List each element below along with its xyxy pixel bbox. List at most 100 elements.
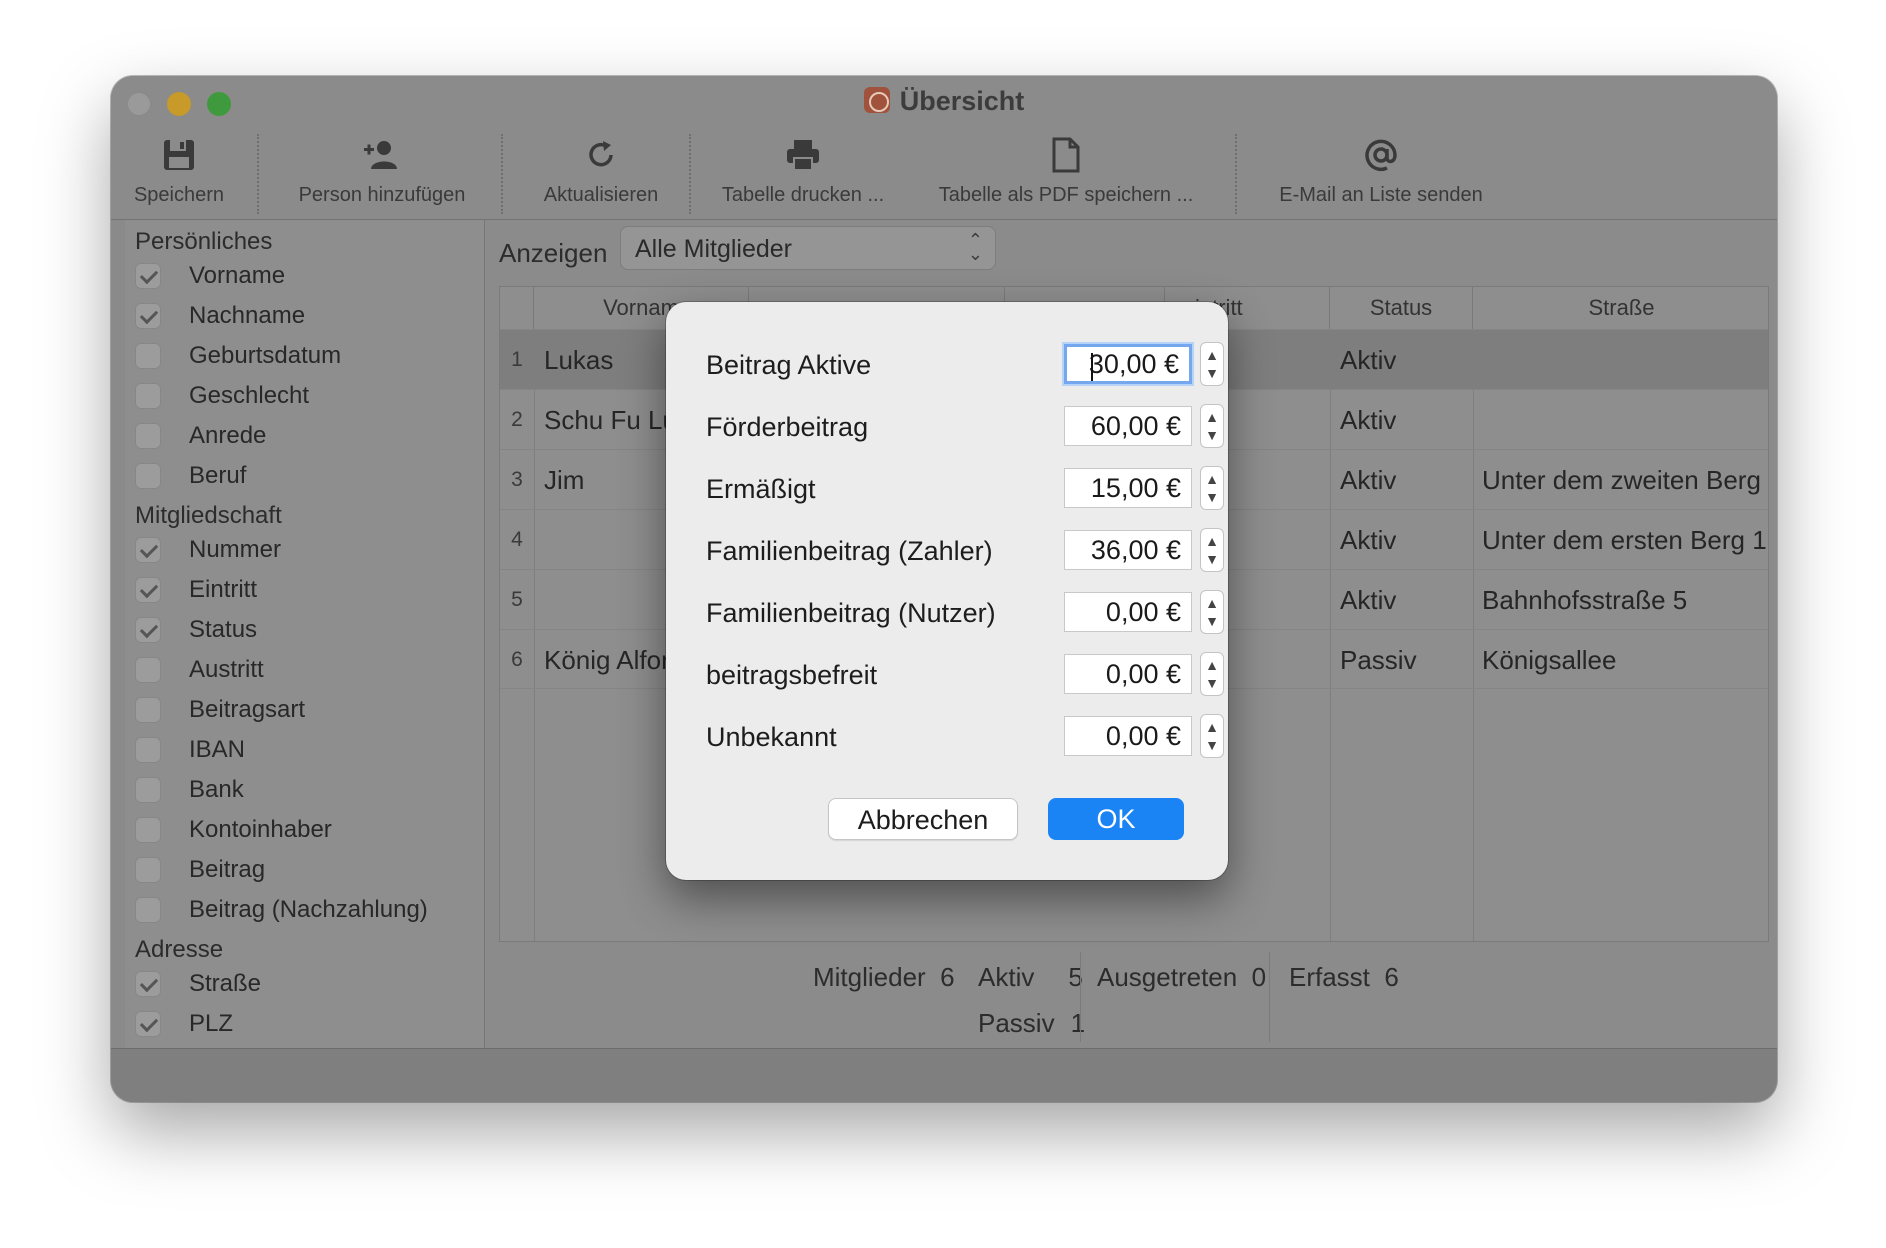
stat-value: 0 — [1251, 962, 1267, 992]
checkbox-beitrag-nachzahlung[interactable]: Beitrag (Nachzahlung) — [135, 892, 428, 928]
checkbox-status[interactable]: Status — [135, 612, 257, 648]
ermaessigt-stepper[interactable]: ▲ ▼ — [1200, 466, 1224, 510]
checkbox-icon[interactable] — [135, 697, 161, 723]
checkbox-vorname[interactable]: Vorname — [135, 258, 285, 294]
familienbeitrag-zahler-stepper[interactable]: ▲ ▼ — [1200, 528, 1224, 572]
refresh-icon — [531, 132, 671, 178]
row-number: 3 — [511, 468, 523, 491]
chevron-down-icon[interactable]: ▼ — [1205, 426, 1219, 444]
checkbox-icon[interactable] — [135, 263, 161, 289]
checkbox-icon[interactable] — [135, 537, 161, 563]
header-status[interactable]: Status — [1330, 287, 1473, 329]
row-number: 4 — [511, 528, 523, 551]
checkbox-icon[interactable] — [135, 1011, 161, 1037]
unbekannt-input[interactable]: 0,00 € — [1064, 716, 1192, 756]
checkbox-icon[interactable] — [135, 577, 161, 603]
beitrag-aktive-input[interactable]: 30,00 € — [1064, 344, 1192, 384]
filter-select[interactable]: Alle Mitglieder ⌃ ⌄ — [620, 226, 996, 270]
checkbox-icon[interactable] — [135, 657, 161, 683]
refresh-label: Aktualisieren — [543, 184, 659, 206]
checkbox-label: Straße — [189, 970, 262, 997]
checkbox-label: Status — [189, 616, 258, 643]
chevron-down-icon[interactable]: ▼ — [1205, 488, 1219, 506]
refresh-button[interactable]: Aktualisieren — [531, 132, 671, 207]
checkbox-eintritt[interactable]: Eintritt — [135, 572, 257, 608]
row-number: 2 — [511, 408, 523, 431]
checkbox-icon[interactable] — [135, 617, 161, 643]
show-label: Anzeigen — [499, 238, 608, 268]
checkbox-austritt[interactable]: Austritt — [135, 652, 264, 688]
chevron-up-icon[interactable]: ▲ — [1205, 346, 1219, 364]
checkbox-label: IBAN — [189, 736, 246, 763]
add-person-button[interactable]: Person hinzufügen — [287, 132, 477, 207]
stats-divider — [1080, 952, 1081, 1042]
checkbox-anrede[interactable]: Anrede — [135, 418, 266, 454]
checkbox-icon[interactable] — [135, 971, 161, 997]
checkbox-nummer[interactable]: Nummer — [135, 532, 281, 568]
checkbox-icon[interactable] — [135, 737, 161, 763]
unbekannt-stepper[interactable]: ▲ ▼ — [1200, 714, 1224, 758]
checkbox-icon[interactable] — [135, 817, 161, 843]
checkbox-label: PLZ — [189, 1010, 234, 1037]
stat-label: Erfasst — [1289, 962, 1370, 992]
chevron-up-icon[interactable]: ▲ — [1205, 718, 1219, 736]
app-icon — [863, 87, 890, 113]
ermaessigt-input[interactable]: 15,00 € — [1064, 468, 1192, 508]
chevron-down-icon[interactable]: ▼ — [1205, 364, 1219, 382]
field-row-ermaessigt: Ermäßigt 15,00 € ▲ ▼ — [706, 466, 1224, 512]
add-person-icon — [287, 132, 477, 178]
chevron-down-icon[interactable]: ▼ — [1205, 736, 1219, 754]
save-button[interactable]: Speichern — [127, 132, 231, 207]
email-list-button[interactable]: E-Mail an Liste senden — [1261, 132, 1501, 207]
checkbox-kontoinhaber[interactable]: Kontoinhaber — [135, 812, 332, 848]
checkbox-icon[interactable] — [135, 777, 161, 803]
checkbox-beitrag[interactable]: Beitrag — [135, 852, 265, 888]
checkbox-icon[interactable] — [135, 423, 161, 449]
header-strasse[interactable]: Straße — [1473, 287, 1770, 329]
familienbeitrag-nutzer-input[interactable]: 0,00 € — [1064, 592, 1192, 632]
chevron-down-icon[interactable]: ▼ — [1205, 612, 1219, 630]
print-table-button[interactable]: Tabelle drucken ... — [715, 132, 891, 207]
checkbox-nachname[interactable]: Nachname — [135, 298, 305, 334]
chevron-up-icon[interactable]: ▲ — [1205, 532, 1219, 550]
checkbox-geschlecht[interactable]: Geschlecht — [135, 378, 309, 414]
familienbeitrag-zahler-input[interactable]: 36,00 € — [1064, 530, 1192, 570]
save-pdf-button[interactable]: Tabelle als PDF speichern ... — [931, 132, 1201, 207]
stat-ausgetreten: Ausgetreten 0 — [1097, 962, 1266, 993]
beitragsbefreit-input[interactable]: 0,00 € — [1064, 654, 1192, 694]
cancel-button[interactable]: Abbrechen — [828, 798, 1018, 840]
checkbox-icon[interactable] — [135, 463, 161, 489]
checkbox-beruf[interactable]: Beruf — [135, 458, 246, 494]
checkbox-icon[interactable] — [135, 857, 161, 883]
chevron-up-icon[interactable]: ▲ — [1205, 594, 1219, 612]
checkbox-label: Beitrag (Nachzahlung) — [189, 896, 428, 923]
beitrag-aktive-stepper[interactable]: ▲ ▼ — [1200, 342, 1224, 386]
foerderbeitrag-input[interactable]: 60,00 € — [1064, 406, 1192, 446]
chevron-up-icon[interactable]: ▲ — [1205, 470, 1219, 488]
familienbeitrag-nutzer-stepper[interactable]: ▲ ▼ — [1200, 590, 1224, 634]
chevron-up-icon[interactable]: ▲ — [1205, 408, 1219, 426]
checkbox-icon[interactable] — [135, 343, 161, 369]
checkbox-bank[interactable]: Bank — [135, 772, 244, 808]
cell-status: Aktiv — [1340, 345, 1397, 375]
checkbox-strasse[interactable]: Straße — [135, 966, 261, 1002]
chevron-down-icon[interactable]: ▼ — [1205, 550, 1219, 568]
chevron-down-icon[interactable]: ▼ — [1205, 674, 1219, 692]
checkbox-iban[interactable]: IBAN — [135, 732, 245, 768]
ok-button[interactable]: OK — [1048, 798, 1184, 840]
cell-status: Aktiv — [1340, 465, 1397, 495]
foerderbeitrag-stepper[interactable]: ▲ ▼ — [1200, 404, 1224, 448]
window-title: Übersicht — [111, 86, 1777, 117]
checkbox-beitragsart[interactable]: Beitragsart — [135, 692, 305, 728]
row-number: 1 — [511, 348, 523, 371]
checkbox-geburtsdatum[interactable]: Geburtsdatum — [135, 338, 341, 374]
checkbox-icon[interactable] — [135, 897, 161, 923]
field-row-unbekannt: Unbekannt 0,00 € ▲ ▼ — [706, 714, 1224, 760]
stat-label: Mitglieder — [813, 962, 926, 992]
chevron-up-icon[interactable]: ▲ — [1205, 656, 1219, 674]
checkbox-icon[interactable] — [135, 303, 161, 329]
checkbox-plz[interactable]: PLZ — [135, 1006, 233, 1042]
beitragsbefreit-stepper[interactable]: ▲ ▼ — [1200, 652, 1224, 696]
toolbar-separator — [1235, 134, 1237, 214]
checkbox-icon[interactable] — [135, 383, 161, 409]
